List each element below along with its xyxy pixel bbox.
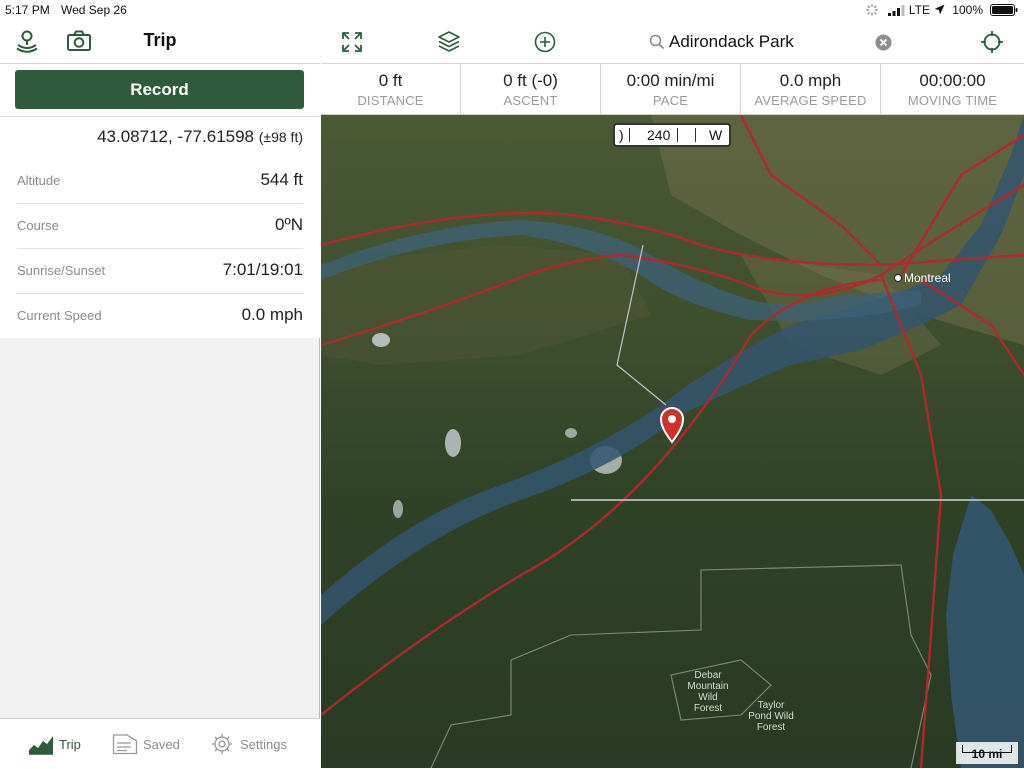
compass-value: 240 (647, 127, 671, 143)
page-title: Trip (143, 30, 177, 50)
stat-pace: 0:00 min/mi PACE (601, 64, 741, 114)
status-bar-right: LTE 100% (321, 0, 1024, 20)
cloud (393, 500, 403, 518)
altitude-value: 544 ft (260, 170, 303, 189)
loading-icon (866, 4, 878, 16)
tab-bar: Trip Saved Settings (0, 718, 320, 768)
stat-ascent-value: 0 ft (-0) (503, 71, 558, 90)
forest-label: Forest (757, 722, 786, 733)
tab-saved-label: Saved (143, 737, 180, 752)
stat-moving-time: 00:00:00 MOVING TIME (881, 64, 1024, 114)
stat-distance-value: 0 ft (378, 71, 403, 90)
stat-moving-time-value: 00:00:00 (919, 71, 986, 90)
stat-ascent-label: ASCENT (503, 93, 558, 108)
signal-icon (888, 5, 905, 16)
search-input[interactable] (669, 29, 859, 55)
cloud (372, 333, 390, 347)
forest-label: Taylor (758, 700, 785, 711)
status-date: Wed Sep 26 (61, 3, 127, 17)
compass-direction: W (709, 127, 723, 143)
locate-icon[interactable] (979, 29, 1005, 55)
battery-icon (990, 4, 1018, 16)
stat-pace-label: PACE (652, 93, 689, 108)
current-speed-row: Current Speed 0.0 mph (17, 294, 303, 339)
sunrise-sunset-label: Sunrise/Sunset (17, 263, 106, 278)
forest-label: Mountain (687, 681, 728, 692)
trip-panel: 5:17 PM Wed Sep 26 Trip Record 43.08712,… (0, 0, 320, 768)
search-icon (649, 34, 665, 50)
tab-settings[interactable]: Settings (210, 719, 300, 769)
course-value: 0ºN (275, 215, 303, 234)
stat-distance: 0 ft DISTANCE (321, 64, 461, 114)
forest-label: Forest (694, 703, 723, 714)
status-time: 5:17 PM (5, 3, 50, 17)
expand-icon[interactable] (339, 29, 365, 55)
compass-tick (629, 128, 630, 142)
stat-pace-value: 0:00 min/mi (626, 71, 715, 90)
city-label: Montreal (904, 271, 951, 285)
compass-tick (695, 128, 696, 142)
stat-distance-label: DISTANCE (357, 93, 424, 108)
saved-list-icon (112, 734, 138, 755)
map-canvas[interactable]: Montreal Debar Mountain Wild Forest Tayl… (321, 115, 1024, 768)
altitude-label: Altitude (17, 173, 61, 188)
cloud (445, 429, 461, 457)
tab-settings-label: Settings (240, 737, 287, 752)
trip-stats: 0 ft DISTANCE 0 ft (-0) ASCENT 0:00 min/… (321, 64, 1024, 115)
current-speed-value: 0.0 mph (241, 305, 303, 324)
compass-left-mark: ) (619, 127, 624, 143)
compass-heading[interactable]: ) 240 W (613, 123, 731, 147)
course-label: Course (17, 218, 59, 233)
forest-label: Debar (694, 670, 722, 681)
stat-average-speed-label: AVERAGE SPEED (754, 93, 867, 108)
coordinates-accuracy: (±98 ft) (258, 129, 303, 145)
stat-moving-time-label: MOVING TIME (907, 93, 998, 108)
sunrise-sunset-value: 7:01/19:01 (222, 260, 303, 279)
clear-search-icon[interactable] (875, 34, 892, 51)
tab-saved[interactable]: Saved (110, 719, 190, 769)
record-button[interactable]: Record (15, 70, 304, 109)
compass-tick (677, 128, 678, 142)
forest-label: Pond Wild (748, 711, 794, 722)
sunrise-sunset-row: Sunrise/Sunset 7:01/19:01 (17, 249, 303, 294)
city-dot (894, 274, 902, 282)
location-info: 43.08712, -77.61598 (±98 ft) Altitude 54… (0, 116, 320, 338)
tab-trip[interactable]: Trip (26, 719, 96, 769)
altitude-row: Altitude 544 ft (17, 159, 303, 204)
trip-chart-icon (29, 736, 53, 755)
status-bar-left: 5:17 PM Wed Sep 26 (0, 0, 320, 20)
scale-bar-line (962, 745, 1012, 753)
stat-average-speed: 0.0 mph AVERAGE SPEED (741, 64, 881, 114)
gear-icon (212, 734, 232, 754)
add-icon[interactable] (532, 29, 558, 55)
battery-percent: 100% (952, 3, 983, 17)
stat-average-speed-value: 0.0 mph (779, 71, 842, 90)
record-area: Record (0, 64, 320, 116)
search-box[interactable] (643, 29, 893, 55)
cloud (565, 428, 577, 438)
map-toolbar (321, 20, 1024, 64)
satellite-map[interactable]: Montreal Debar Mountain Wild Forest Tayl… (321, 115, 1024, 768)
trip-header: Trip (0, 20, 320, 64)
coordinates: 43.08712, -77.61598 (±98 ft) (97, 127, 303, 147)
tab-trip-label: Trip (59, 737, 81, 752)
forest-label: Wild (698, 692, 717, 703)
location-arrow-icon (934, 4, 945, 15)
coordinates-value: 43.08712, -77.61598 (97, 127, 255, 146)
scale-bar: 10 mi (956, 742, 1018, 764)
course-row: Course 0ºN (17, 204, 303, 249)
current-speed-label: Current Speed (17, 308, 102, 323)
layers-icon[interactable] (436, 29, 462, 55)
network-label: LTE (908, 3, 930, 17)
stat-ascent: 0 ft (-0) ASCENT (461, 64, 601, 114)
map-panel: LTE 100% Adirondack Park 0 ft DISTANCE 0… (321, 0, 1024, 768)
